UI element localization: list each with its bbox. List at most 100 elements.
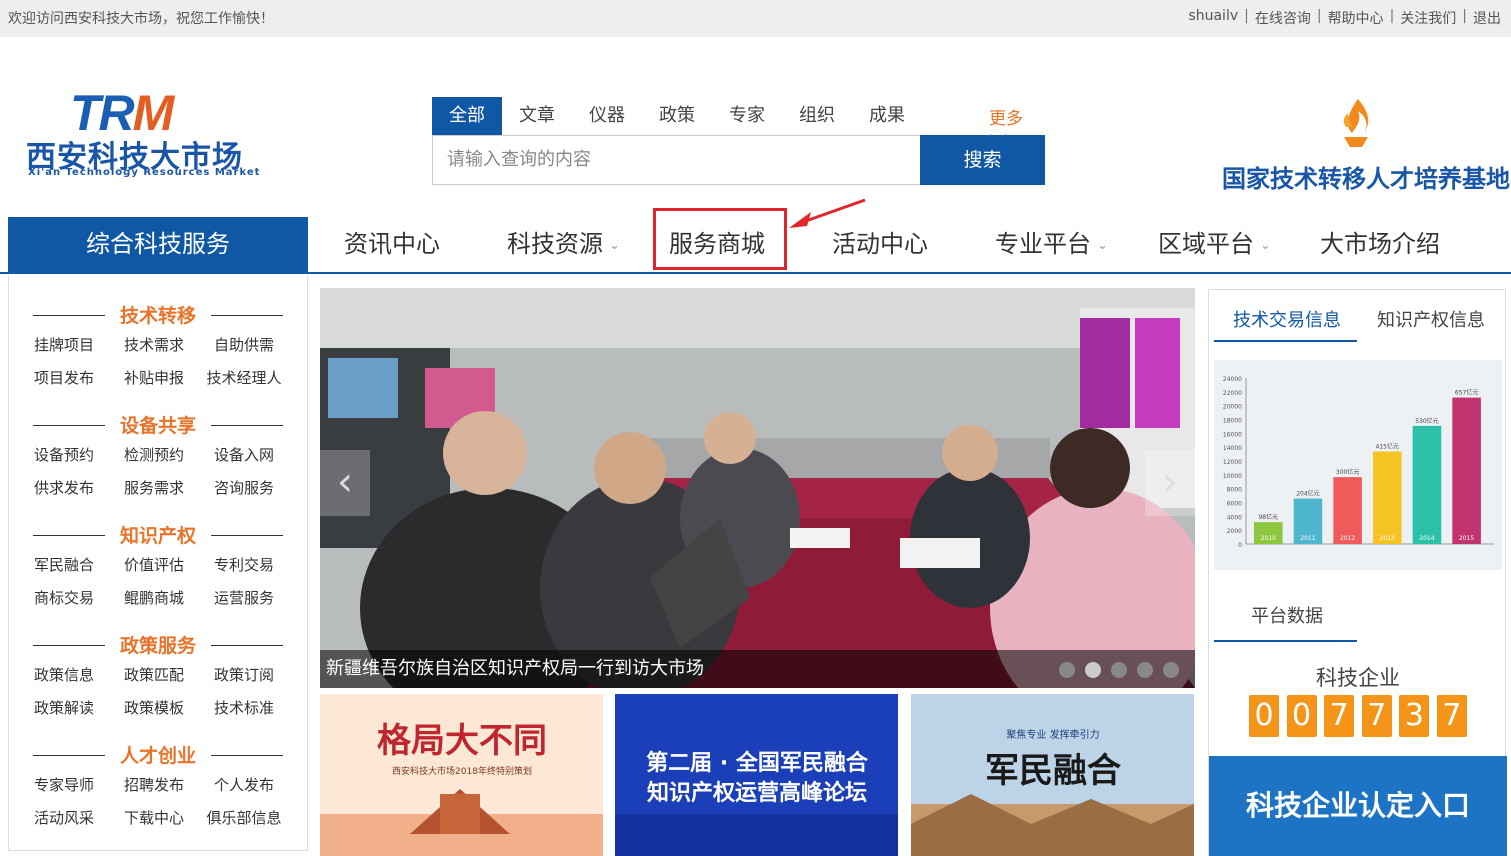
sidebar-link[interactable]: 技术经理人 xyxy=(199,367,289,388)
sidebar-section-title[interactable]: 政策服务 xyxy=(33,631,283,658)
y-tick-label: 4000 xyxy=(1227,514,1242,521)
sidebar-link[interactable]: 政策订阅 xyxy=(199,664,289,685)
welcome-text: 欢迎访问西安科技大市场，祝您工作愉快！ xyxy=(8,11,274,27)
bar-data-label: 415亿元 xyxy=(1376,443,1399,451)
talent-base-badge[interactable]: 国家技术转移人才培养基地 xyxy=(1222,93,1510,193)
sidebar-section-header: 政策服务 xyxy=(33,631,283,661)
sidebar-section-header: 人才创业 xyxy=(33,741,283,771)
search-tab-organizations[interactable]: 组织 xyxy=(782,97,852,135)
sidebar-section-title[interactable]: 设备共享 xyxy=(33,411,283,438)
sidebar-link[interactable]: 招聘发布 xyxy=(109,774,199,795)
sidebar-link[interactable]: 项目发布 xyxy=(19,367,109,388)
top-bar: 欢迎访问西安科技大市场，祝您工作愉快！ shuailv | 在线咨询 | 帮助中… xyxy=(0,0,1511,37)
thumb-banner-3[interactable]: 聚焦专业 发挥牵引力 军民融合 xyxy=(911,694,1194,856)
enterprise-counter: 0 0 7 7 3 7 xyxy=(1249,695,1475,737)
follow-us-link[interactable]: 关注我们 xyxy=(1400,8,1456,28)
site-logo[interactable]: TRM 西安科技大市场 Xi'an Technology Resources M… xyxy=(26,84,278,180)
sidebar-link[interactable]: 服务需求 xyxy=(109,477,199,498)
nav-news-center[interactable]: 资讯中心 xyxy=(344,217,440,272)
counter-digit: 7 xyxy=(1324,695,1355,737)
nav-market-intro[interactable]: 大市场介绍 xyxy=(1320,217,1440,272)
sidebar-link[interactable]: 自助供需 xyxy=(199,334,289,355)
carousel-dot[interactable] xyxy=(1059,662,1075,678)
news-carousel[interactable]: ‹ › 新疆维吾尔族自治区知识产权局一行到访大市场 xyxy=(320,288,1195,688)
sidebar-link[interactable]: 设备预约 xyxy=(19,444,109,465)
carousel-dots xyxy=(1049,662,1179,678)
bar-data-label: 530亿元 xyxy=(1415,417,1438,425)
sidebar-link[interactable]: 检测预约 xyxy=(109,444,199,465)
sidebar-link[interactable]: 技术需求 xyxy=(109,334,199,355)
y-tick-label: 10000 xyxy=(1223,473,1242,480)
counter-digit: 0 xyxy=(1249,695,1279,737)
sidebar-link[interactable]: 下载中心 xyxy=(109,807,199,828)
username-link[interactable]: shuailv xyxy=(1188,8,1238,28)
thumb-3-subtitle: 聚焦专业 发挥牵引力 xyxy=(1006,728,1099,741)
sidebar-link[interactable]: 个人发布 xyxy=(199,774,289,795)
enterprise-certification-entry-button[interactable]: 科技企业认定入口 xyxy=(1209,756,1507,856)
y-tick-label: 12000 xyxy=(1223,459,1242,466)
search-button[interactable]: 搜索 xyxy=(920,135,1045,185)
sidebar-link[interactable]: 技术标准 xyxy=(199,697,289,718)
sidebar-section-title[interactable]: 技术转移 xyxy=(33,301,283,328)
search-input[interactable]: 请输入查询的内容 xyxy=(432,135,920,185)
logout-link[interactable]: 退出 xyxy=(1473,8,1501,28)
nav-comprehensive-services[interactable]: 综合科技服务 xyxy=(8,217,308,274)
sidebar-link[interactable]: 运营服务 xyxy=(199,587,289,608)
bar-data-label: 98亿元 xyxy=(1258,513,1278,521)
online-consult-link[interactable]: 在线咨询 xyxy=(1255,8,1311,28)
carousel-prev-button[interactable]: ‹ xyxy=(320,450,370,516)
y-tick-label: 8000 xyxy=(1227,487,1242,494)
sidebar-link[interactable]: 设备入网 xyxy=(199,444,289,465)
sidebar-link[interactable]: 专利交易 xyxy=(199,554,289,575)
counter-digit: 3 xyxy=(1399,695,1430,737)
carousel-next-button[interactable]: › xyxy=(1145,450,1195,516)
sidebar-link[interactable]: 商标交易 xyxy=(19,587,109,608)
nav-regional-platform[interactable]: 区域平台 ⌄ xyxy=(1158,217,1271,272)
help-center-link[interactable]: 帮助中心 xyxy=(1328,8,1384,28)
search-tab-experts[interactable]: 专家 xyxy=(712,97,782,135)
sidebar-link[interactable]: 政策信息 xyxy=(19,664,109,685)
sidebar-section-title[interactable]: 知识产权 xyxy=(33,521,283,548)
carousel-dot[interactable] xyxy=(1163,662,1179,678)
carousel-dot[interactable] xyxy=(1111,662,1127,678)
sidebar-link[interactable]: 价值评估 xyxy=(109,554,199,575)
sidebar-link[interactable]: 军民融合 xyxy=(19,554,109,575)
chevron-down-icon: ⌄ xyxy=(1260,237,1271,253)
search-tab-articles[interactable]: 文章 xyxy=(502,97,572,135)
sidebar-link[interactable]: 补贴申报 xyxy=(109,367,199,388)
sidebar-link[interactable]: 咨询服务 xyxy=(199,477,289,498)
sidebar-section-header: 设备共享 xyxy=(33,411,283,441)
meeting-photo xyxy=(320,288,1195,688)
sidebar-link[interactable]: 鲲鹏商城 xyxy=(109,587,199,608)
annotation-arrow-icon xyxy=(789,198,866,228)
thumb-banner-2[interactable]: 第二届 · 全国军民融合 知识产权运营高峰论坛 xyxy=(615,694,898,856)
tab-tech-trade-info[interactable]: 技术交易信息 xyxy=(1233,306,1341,332)
search-tab-policy[interactable]: 政策 xyxy=(642,97,712,135)
sidebar-link[interactable]: 活动风采 xyxy=(19,807,109,828)
counter-digit: 7 xyxy=(1361,695,1392,737)
sidebar-link[interactable]: 俱乐部信息 xyxy=(199,807,289,828)
sidebar-link[interactable]: 政策匹配 xyxy=(109,664,199,685)
carousel-dot[interactable] xyxy=(1137,662,1153,678)
thumb-3-title: 军民融合 xyxy=(985,751,1121,791)
sidebar-link[interactable]: 挂牌项目 xyxy=(19,334,109,355)
search-tab-instruments[interactable]: 仪器 xyxy=(572,97,642,135)
trade-volume-chart: 0 2000 4000 6000 8000 10000 12000 14000 16000 180… xyxy=(1214,360,1502,570)
nav-professional-platform[interactable]: 专业平台 ⌄ xyxy=(995,217,1108,272)
sidebar-section-title[interactable]: 人才创业 xyxy=(33,741,283,768)
bar-data-label: 204亿元 xyxy=(1296,490,1319,498)
thumb-banner-1[interactable]: 格局大不同 西安科技大市场2018年终特别策划 xyxy=(320,694,603,856)
sidebar-link[interactable]: 供求发布 xyxy=(19,477,109,498)
sidebar-link[interactable]: 政策模板 xyxy=(109,697,199,718)
thumb-2-title-line2: 知识产权运营高峰论坛 xyxy=(647,780,867,806)
search-tab-all[interactable]: 全部 xyxy=(432,97,502,135)
tab-ip-info[interactable]: 知识产权信息 xyxy=(1377,306,1485,332)
thumb-1-title: 格局大不同 xyxy=(377,721,547,761)
sidebar-link[interactable]: 专家导师 xyxy=(19,774,109,795)
sidebar-section-header: 技术转移 xyxy=(33,301,283,331)
carousel-dot-active[interactable] xyxy=(1085,662,1101,678)
flame-logo-icon xyxy=(1343,99,1369,147)
nav-tech-resources[interactable]: 科技资源 ⌄ xyxy=(507,217,620,272)
sidebar-link[interactable]: 政策解读 xyxy=(19,697,109,718)
search-tab-achievements[interactable]: 成果 xyxy=(852,97,922,135)
